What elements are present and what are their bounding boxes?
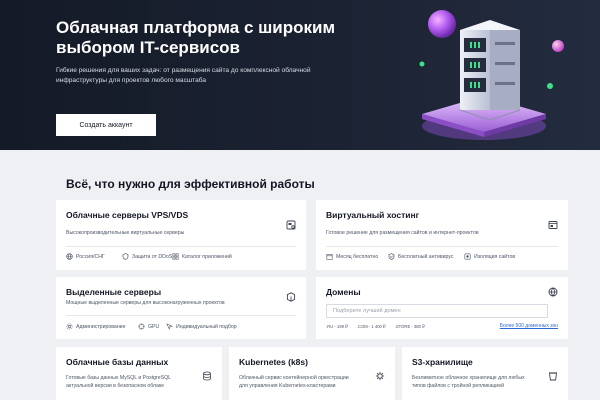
feature-region: Россия/СНГ — [66, 253, 105, 260]
card-description-line: актуальной версии в безопасном облаке — [66, 383, 165, 389]
feature-free-month: Месяц бесплатно — [326, 253, 378, 260]
feature-apps: Каталог приложений — [172, 253, 232, 260]
gpu-icon — [138, 323, 145, 330]
card-title: Облачные базы данных — [66, 357, 169, 367]
feature-label: Индивидуальный подбор — [176, 323, 237, 330]
domain-zone-prices: .RU - 199 ₽ .COM - 1 400 ₽ .STORE - 380 … — [326, 324, 425, 329]
selection-icon — [166, 323, 173, 330]
feature-ddos: Защита от DDoS — [122, 253, 172, 260]
calendar-icon — [326, 253, 333, 260]
database-icon — [203, 371, 211, 381]
card-kubernetes[interactable]: Kubernetes (k8s) Облачный сервис контейн… — [229, 347, 395, 400]
create-account-button[interactable]: Создать аккаунт — [56, 114, 156, 136]
hero-title: Облачная платформа с широким выбором IT-… — [56, 18, 336, 57]
card-title: Облачные серверы VPS/VDS — [66, 210, 189, 220]
feature-label: Месяц бесплатно — [336, 253, 379, 260]
kubernetes-helm-icon — [375, 371, 385, 381]
isolation-icon — [464, 253, 471, 260]
feature-label: Бесплатный антивирус — [398, 253, 454, 260]
card-title: Виртуальный хостинг — [326, 210, 420, 220]
globe-icon — [66, 253, 73, 260]
feature-label: Администрирование — [76, 323, 126, 330]
server-illustration — [419, 10, 564, 140]
card-title: Выделенные серверы — [66, 287, 162, 297]
card-domains[interactable]: Домены .RU - 199 ₽ .COM - 1 400 ₽ .STORE… — [316, 277, 568, 339]
feature-gpu: GPU — [138, 323, 159, 330]
card-hosting[interactable]: Виртуальный хостинг Готовое решение для … — [316, 200, 568, 270]
card-description-line: для управления Kubernetes-кластерами — [239, 383, 336, 389]
feature-label: GPU — [148, 323, 160, 330]
card-description-line: типов файлов с тройной репликацией — [412, 383, 504, 389]
card-title: Kubernetes (k8s) — [239, 357, 308, 367]
domain-search-input[interactable] — [326, 304, 548, 318]
card-title: Домены — [326, 287, 361, 297]
divider — [326, 246, 558, 247]
feature-admin: Администрирование — [66, 323, 125, 330]
globe-icon — [548, 287, 558, 297]
feature-label: Каталог приложений — [182, 253, 232, 260]
shield-check-icon — [388, 253, 395, 260]
card-s3-storage[interactable]: S3-хранилище Безлимитное облачное хранил… — [402, 347, 568, 400]
section-title: Всё, что нужно для эффективной работы — [66, 177, 315, 191]
card-description: Высокопроизводительные виртуальные серве… — [66, 230, 185, 236]
gear-icon — [66, 323, 73, 330]
divider — [66, 246, 296, 247]
card-vps[interactable]: Облачные серверы VPS/VDS Высокопроизводи… — [56, 200, 306, 270]
card-description-line: Готовые базы данных MySQL и PostgreSQL — [66, 375, 172, 381]
card-databases[interactable]: Облачные базы данных Готовые базы данных… — [56, 347, 222, 400]
storage-bucket-icon — [548, 372, 558, 381]
feature-label: Изоляция сайтов — [474, 253, 516, 260]
zone-price: .STORE - 380 ₽ — [394, 324, 425, 329]
hero-subtitle: Гибкие решения для ваших задач: от разме… — [56, 67, 311, 84]
divider — [66, 315, 296, 316]
browser-window-icon — [548, 221, 558, 229]
zone-price: .RU - 199 ₽ — [326, 324, 348, 329]
feature-label: Россия/СНГ — [76, 253, 105, 260]
card-description: Мощные выделенные серверы для высоконагр… — [66, 300, 225, 306]
card-dedicated[interactable]: Выделенные серверы Мощные выделенные сер… — [56, 277, 306, 339]
server-config-icon — [286, 220, 296, 230]
card-description-line: Облачный сервис контейнерной оркестрации — [239, 375, 349, 381]
feature-custom: Индивидуальный подбор — [166, 323, 237, 330]
card-description: Готовое решение для размещения сайтов и … — [326, 230, 479, 236]
zone-price: .COM - 1 400 ₽ — [356, 324, 386, 329]
hero-banner: Облачная платформа с широким выбором IT-… — [0, 0, 600, 150]
feature-label: Защита от DDoS — [132, 253, 173, 260]
all-domain-zones-link[interactable]: Более 500 доменных зон — [500, 323, 558, 329]
feature-isolation: Изоляция сайтов — [464, 253, 515, 260]
card-title: S3-хранилище — [412, 357, 473, 367]
server-box-icon — [286, 292, 296, 302]
feature-antivirus: Бесплатный антивирус — [388, 253, 453, 260]
shield-icon — [122, 253, 129, 260]
grid-icon — [172, 253, 179, 260]
card-description-line: Безлимитное облачное хранилище для любых — [412, 375, 525, 381]
